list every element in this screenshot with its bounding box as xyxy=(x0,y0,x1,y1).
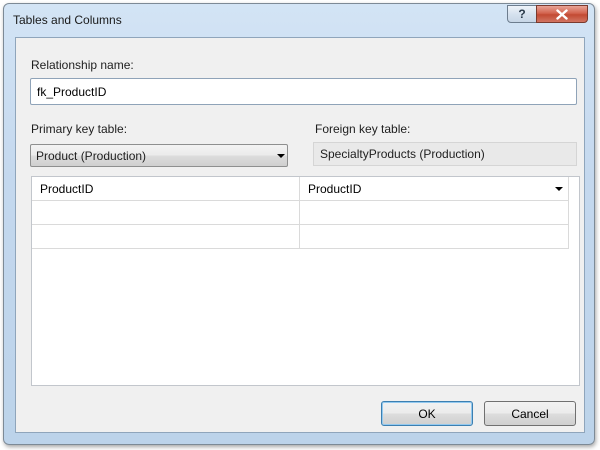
close-icon xyxy=(556,8,568,20)
table-row xyxy=(32,201,569,225)
chevron-down-icon xyxy=(555,187,563,191)
close-button[interactable] xyxy=(536,5,588,23)
title-bar[interactable]: Tables and Columns ? xyxy=(4,4,594,36)
help-icon: ? xyxy=(518,7,526,21)
window-title: Tables and Columns xyxy=(13,13,122,27)
foreign-column-dropdown[interactable]: ProductID xyxy=(300,177,569,201)
tables-and-columns-dialog: Tables and Columns ? Relationship name: … xyxy=(3,3,595,445)
foreign-key-table-value: SpecialtyProducts (Production) xyxy=(320,147,485,161)
primary-key-table-dropdown[interactable]: Product (Production) xyxy=(30,144,288,167)
relationship-name-input[interactable] xyxy=(30,78,577,105)
primary-column-cell[interactable] xyxy=(32,201,300,225)
foreign-column-cell[interactable] xyxy=(300,225,569,249)
cancel-button[interactable]: Cancel xyxy=(484,401,576,426)
foreign-key-table-field: SpecialtyProducts (Production) xyxy=(313,142,577,166)
help-button[interactable]: ? xyxy=(507,5,537,23)
primary-key-table-label: Primary key table: xyxy=(31,122,128,136)
table-row xyxy=(32,225,569,249)
primary-column-cell[interactable] xyxy=(32,225,300,249)
ok-button[interactable]: OK xyxy=(381,401,473,426)
relationship-name-label: Relationship name: xyxy=(31,58,134,72)
columns-grid: ProductID ProductID xyxy=(31,176,580,386)
table-row: ProductID ProductID xyxy=(32,177,569,201)
chevron-down-icon xyxy=(277,154,285,158)
primary-key-table-value: Product (Production) xyxy=(36,148,147,163)
foreign-column-cell[interactable] xyxy=(300,201,569,225)
dialog-content: Relationship name: Primary key table: Pr… xyxy=(15,37,585,433)
foreign-key-table-label: Foreign key table: xyxy=(315,122,411,136)
primary-column-cell[interactable]: ProductID xyxy=(32,177,300,201)
